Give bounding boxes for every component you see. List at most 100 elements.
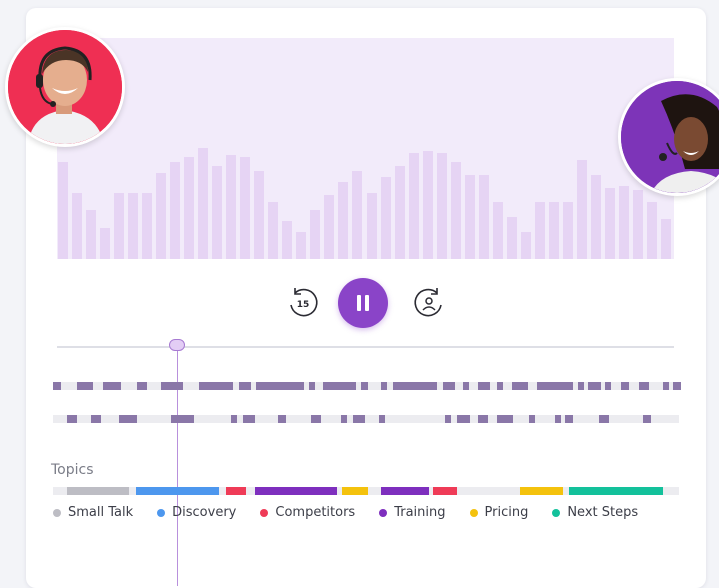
speaker-2-segment[interactable] xyxy=(353,415,365,423)
speaker-1-segment[interactable] xyxy=(578,382,584,390)
playhead-handle[interactable] xyxy=(169,339,185,351)
topic-segment-pricing[interactable] xyxy=(342,487,368,495)
speaker-2-segment[interactable] xyxy=(497,415,513,423)
speaker-2-segment[interactable] xyxy=(278,415,286,423)
speaker-1-segment[interactable] xyxy=(53,382,61,390)
progress-timeline[interactable] xyxy=(57,346,674,348)
waveform-bar xyxy=(58,162,69,259)
speaker-2-segment[interactable] xyxy=(341,415,347,423)
speaker-1-segment[interactable] xyxy=(478,382,490,390)
speaker-1-segment[interactable] xyxy=(443,382,455,390)
speaker-2-segment[interactable] xyxy=(643,415,651,423)
waveform-bar xyxy=(254,171,265,259)
topics-track[interactable] xyxy=(53,487,679,495)
skip-speaker-button[interactable] xyxy=(411,285,447,321)
rewind-15-button[interactable]: 15 xyxy=(285,285,321,321)
topic-segment-small-talk[interactable] xyxy=(67,487,129,495)
speaker-2-segment[interactable] xyxy=(91,415,101,423)
speaker-2-segment[interactable] xyxy=(379,415,385,423)
speaker-1-segment[interactable] xyxy=(537,382,573,390)
waveform-bar xyxy=(296,232,307,259)
legend-dot-icon xyxy=(260,508,269,517)
topic-segment-next-steps[interactable] xyxy=(569,487,663,495)
legend-item-next-steps[interactable]: Next Steps xyxy=(552,505,638,520)
speaker-1-segment[interactable] xyxy=(103,382,121,390)
topic-segment-discovery[interactable] xyxy=(136,487,219,495)
legend-item-competitors[interactable]: Competitors xyxy=(260,505,355,520)
topics-heading: Topics xyxy=(51,462,94,478)
waveform-bar xyxy=(576,160,587,259)
waveform-bar xyxy=(156,173,167,259)
speaker-1-segment[interactable] xyxy=(199,382,233,390)
waveform-bar xyxy=(604,188,615,259)
waveform-bar xyxy=(352,171,363,259)
speaker-1-segment[interactable] xyxy=(512,382,528,390)
speaker-1-segment[interactable] xyxy=(393,382,437,390)
pause-button[interactable] xyxy=(338,278,388,328)
waveform-bar xyxy=(338,182,349,259)
waveform-bar xyxy=(534,202,545,259)
speaker-1-segment[interactable] xyxy=(361,382,368,390)
legend-label: Small Talk xyxy=(68,505,134,520)
speaker-2-segment[interactable] xyxy=(565,415,573,423)
woman-headset-avatar-icon xyxy=(621,81,719,193)
speaker-1-segment[interactable] xyxy=(77,382,93,390)
speaker-2-segment[interactable] xyxy=(478,415,488,423)
pause-icon xyxy=(357,295,369,311)
speaker-1-segment[interactable] xyxy=(497,382,503,390)
speaker-2-segment[interactable] xyxy=(457,415,470,423)
speaker-1-segment[interactable] xyxy=(621,382,629,390)
legend-dot-icon xyxy=(157,508,166,517)
speaker-2-segment[interactable] xyxy=(529,415,535,423)
waveform[interactable] xyxy=(57,38,674,259)
skip-speaker-icon xyxy=(414,288,442,317)
speaker-1-segment[interactable] xyxy=(256,382,304,390)
legend-item-small-talk[interactable]: Small Talk xyxy=(53,505,133,520)
speaker-2-segment[interactable] xyxy=(67,415,77,423)
topic-segment-competitors[interactable] xyxy=(433,487,457,495)
waveform-bar xyxy=(268,202,279,259)
speaker-2-segment[interactable] xyxy=(179,415,194,423)
speaker-2-segment[interactable] xyxy=(119,415,137,423)
waveform-bar xyxy=(212,166,223,259)
waveform-bar xyxy=(632,190,643,259)
speaker-1-segment[interactable] xyxy=(673,382,681,390)
topic-segment-pricing[interactable] xyxy=(520,487,563,495)
topic-segment-competitors[interactable] xyxy=(226,487,246,495)
speaker-2-segment[interactable] xyxy=(555,415,561,423)
waveform-bar xyxy=(618,186,629,259)
legend-label: Discovery xyxy=(172,505,237,520)
speaker-2-segment[interactable] xyxy=(243,415,255,423)
speaker-1-segment[interactable] xyxy=(323,382,356,390)
speaker-1-segment[interactable] xyxy=(663,382,669,390)
speaker-1-segment[interactable] xyxy=(463,382,469,390)
waveform-bar xyxy=(324,195,335,259)
legend-item-training[interactable]: Training xyxy=(379,505,446,520)
waveform-bar xyxy=(142,193,153,259)
topic-segment-training[interactable] xyxy=(255,487,337,495)
waveform-bar xyxy=(226,155,237,259)
topic-segment-training[interactable] xyxy=(381,487,429,495)
speaker-1-segment[interactable] xyxy=(639,382,649,390)
speaker-left-avatar[interactable] xyxy=(5,27,125,147)
speaker-1-segment[interactable] xyxy=(605,382,611,390)
speaker-1-segment[interactable] xyxy=(381,382,387,390)
speaker-1-segment[interactable] xyxy=(137,382,147,390)
legend-item-pricing[interactable]: Pricing xyxy=(469,505,528,520)
speaker-2-segment[interactable] xyxy=(311,415,321,423)
speaker-2-segment[interactable] xyxy=(599,415,609,423)
speaker-1-segment[interactable] xyxy=(239,382,251,390)
speaker-1-segment[interactable] xyxy=(309,382,315,390)
speaker-1-segment[interactable] xyxy=(161,382,183,390)
waveform-bar xyxy=(394,166,405,259)
waveform-bar xyxy=(520,232,531,259)
waveform-bar xyxy=(310,210,321,259)
speaker-2-segment[interactable] xyxy=(231,415,237,423)
waveform-bar xyxy=(478,175,489,259)
topics-legend: Small Talk Discovery Competitors Training Pr… xyxy=(53,505,662,520)
speaker-1-segment[interactable] xyxy=(588,382,601,390)
speaker-2-talk-track[interactable] xyxy=(53,415,679,423)
legend-item-discovery[interactable]: Discovery xyxy=(157,505,236,520)
speaker-2-segment[interactable] xyxy=(445,415,451,423)
speaker-1-talk-track[interactable] xyxy=(53,382,681,390)
